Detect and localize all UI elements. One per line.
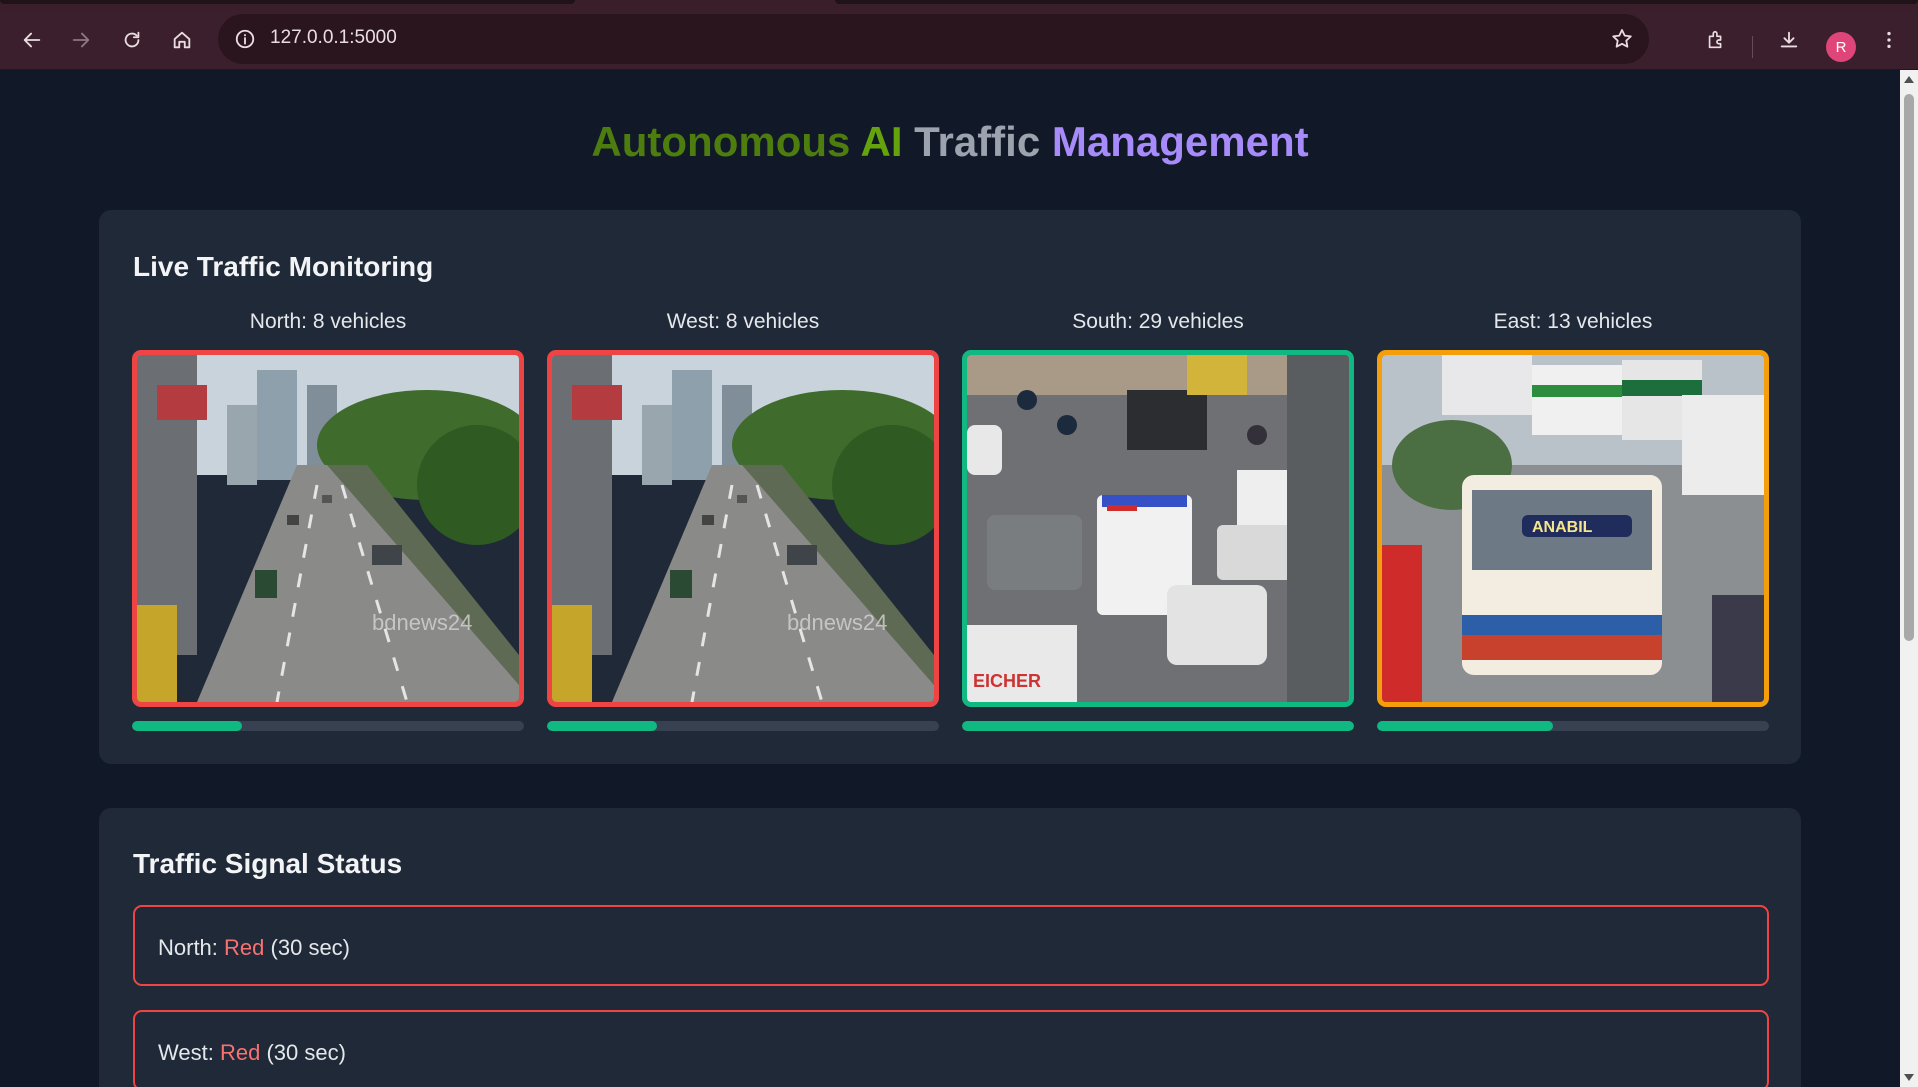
camera-label: East: 13 vehicles: [1493, 310, 1653, 333]
density-bar: [1377, 721, 1769, 731]
camera-feed-image: EICHER: [962, 350, 1354, 707]
density-fill: [132, 721, 242, 731]
svg-text:bdnews24: bdnews24: [787, 610, 887, 635]
forward-icon[interactable]: [61, 20, 101, 60]
title-word-3: Traffic: [914, 118, 1041, 165]
signal-row-west: West: Red (30 sec): [133, 1010, 1769, 1087]
signal-direction: West:: [158, 1040, 214, 1065]
signal-duration: (30 sec): [266, 1040, 346, 1065]
title-word-4: Management: [1051, 118, 1309, 165]
title-word-1: Autonomous: [591, 118, 851, 165]
title-word-2: AI: [860, 118, 903, 165]
signal-state: Red: [219, 1040, 261, 1065]
download-icon[interactable]: [1769, 20, 1809, 60]
signal-text: North: Red (30 sec): [158, 935, 350, 961]
bus-traffic-image: ANABIL: [1382, 355, 1764, 702]
page-viewport: Autonomous AI Traffic Management Live Tr…: [0, 70, 1900, 1087]
svg-text:ANABIL: ANABIL: [1532, 519, 1593, 536]
camera-label: South: 29 vehicles: [1072, 310, 1244, 333]
bookmark-star-icon[interactable]: [1607, 24, 1637, 54]
density-bar: [132, 721, 524, 731]
scrollbar-thumb[interactable]: [1904, 94, 1914, 641]
signal-state: Red: [224, 935, 265, 960]
monitoring-heading: Live Traffic Monitoring: [133, 251, 434, 282]
signal-status-card: Traffic Signal Status North: Red (30 sec…: [99, 808, 1801, 1087]
density-bar: [962, 721, 1354, 731]
profile-avatar[interactable]: R: [1826, 32, 1856, 62]
tab-left-edge[interactable]: [0, 0, 575, 4]
camera-label: West: 8 vehicles: [666, 310, 820, 333]
signal-text: West: Red (30 sec): [158, 1040, 346, 1066]
menu-icon[interactable]: [1871, 20, 1907, 60]
road-scene-image: bdnews24: [137, 355, 519, 702]
extensions-icon[interactable]: [1696, 20, 1736, 60]
density-bar: [547, 721, 939, 731]
toolbar-separator: [1752, 36, 1753, 58]
home-icon[interactable]: [162, 20, 202, 60]
page-scrollbar[interactable]: [1900, 70, 1918, 1087]
signal-direction: North:: [158, 935, 218, 960]
browser-toolbar: 127.0.0.1:5000 R: [0, 10, 1918, 70]
signal-duration: (30 sec): [270, 935, 351, 960]
camera-label: North: 8 vehicles: [249, 310, 407, 333]
back-icon[interactable]: [12, 20, 52, 60]
camera-feed-image: bdnews24: [547, 350, 939, 707]
congested-road-image: EICHER: [967, 355, 1349, 702]
svg-text:bdnews24: bdnews24: [372, 610, 472, 635]
signal-row-north: North: Red (30 sec): [133, 905, 1769, 986]
road-scene-image: bdnews24: [552, 355, 934, 702]
svg-text:EICHER: EICHER: [973, 671, 1041, 691]
density-fill: [1377, 721, 1554, 731]
camera-feed-image: ANABIL: [1377, 350, 1769, 707]
address-bar[interactable]: 127.0.0.1:5000: [218, 14, 1649, 64]
reload-icon[interactable]: [112, 20, 152, 60]
tab-strip: [0, 0, 1918, 10]
live-monitoring-card: Live Traffic Monitoring North: 8 vehicle…: [99, 210, 1801, 764]
density-fill: [962, 721, 1354, 731]
page-title: Autonomous AI Traffic Management: [0, 118, 1900, 166]
site-info-icon[interactable]: [232, 26, 258, 52]
tab-right-edge[interactable]: [835, 0, 1918, 4]
signals-heading: Traffic Signal Status: [133, 848, 403, 879]
scroll-up-arrow-icon[interactable]: [1904, 76, 1914, 83]
scroll-down-arrow-icon[interactable]: [1904, 1074, 1914, 1081]
url-text[interactable]: 127.0.0.1:5000: [270, 27, 397, 49]
camera-feed-image: bdnews24: [132, 350, 524, 707]
density-fill: [547, 721, 657, 731]
